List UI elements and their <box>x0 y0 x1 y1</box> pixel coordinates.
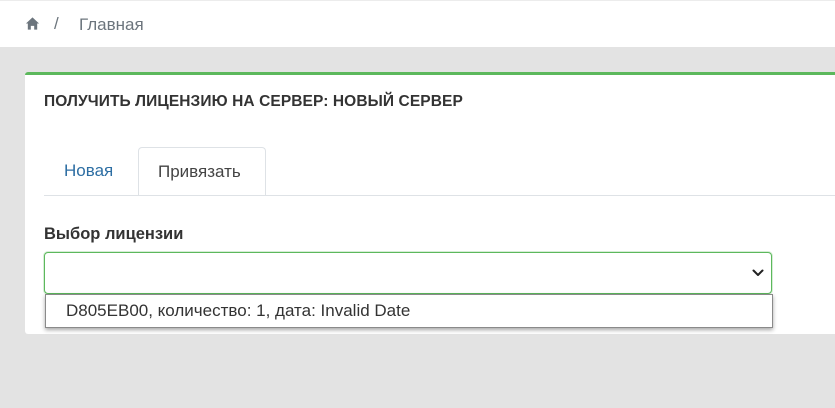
breadcrumb-current: Главная <box>79 15 144 34</box>
license-option[interactable]: D805EB00, количество: 1, дата: Invalid D… <box>66 301 410 321</box>
tab-bind[interactable]: Привязать <box>138 147 266 196</box>
license-dropdown: D805EB00, количество: 1, дата: Invalid D… <box>45 294 773 328</box>
chevron-down-icon <box>752 269 764 276</box>
breadcrumb: / Главная <box>0 0 835 47</box>
card-title: ПОЛУЧИТЬ ЛИЦЕНЗИЮ НА СЕРВЕР: НОВЫЙ СЕРВЕ… <box>44 93 463 110</box>
home-icon[interactable] <box>25 16 40 31</box>
license-select-label: Выбор лицензии <box>44 225 184 243</box>
license-select[interactable] <box>44 252 772 294</box>
breadcrumb-separator: / <box>54 14 59 33</box>
tab-new[interactable]: Новая <box>45 147 132 196</box>
tabs-divider <box>44 195 835 196</box>
